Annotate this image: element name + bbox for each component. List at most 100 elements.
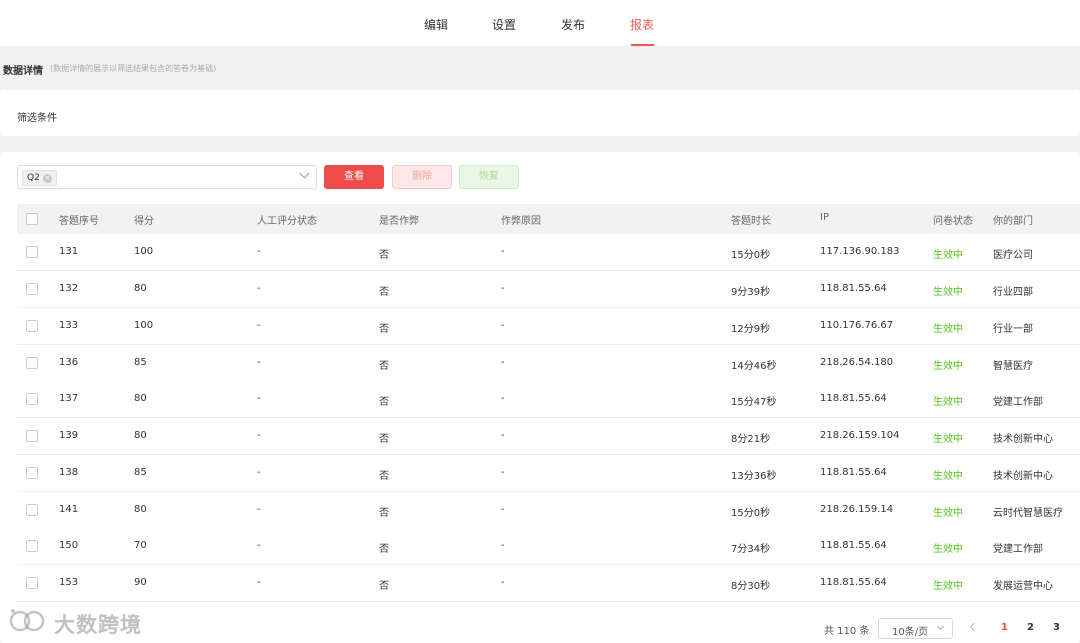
table-row[interactable]: 150 70 - 否 - 7分34秒 118.81.55.64 生效中 党建工作… bbox=[17, 528, 1080, 565]
cell-survey-status: 生效中 bbox=[933, 581, 963, 592]
cell-cheat-reason: - bbox=[501, 430, 505, 441]
cell-cheat-reason: - bbox=[501, 393, 505, 404]
table-row[interactable]: 139 80 - 否 - 8分21秒 218.26.159.104 生效中 技术… bbox=[17, 418, 1080, 455]
cell-ip: 218.26.54.180 bbox=[820, 357, 894, 368]
table-row[interactable]: 141 80 - 否 - 15分0秒 218.26.159.14 生效中 云时代… bbox=[17, 492, 1080, 529]
row-checkbox[interactable] bbox=[26, 283, 38, 295]
header-department[interactable]: 你的部门 bbox=[993, 212, 1033, 227]
top-nav: 编辑 设置 发布 报表 bbox=[0, 0, 1080, 47]
cell-department: 党建工作部 bbox=[993, 397, 1043, 408]
watermark-text: 大数跨境 bbox=[54, 613, 142, 637]
table-row[interactable]: 133 100 - 否 - 12分9秒 110.176.76.67 生效中 行业… bbox=[17, 308, 1080, 345]
cell-cheat-reason: - bbox=[501, 357, 505, 368]
tag-label: Q2 bbox=[27, 173, 40, 183]
cell-score: 80 bbox=[134, 430, 147, 441]
cell-duration: 14分46秒 bbox=[731, 361, 777, 372]
table-row[interactable]: 138 85 - 否 - 13分36秒 118.81.55.64 生效中 技术创… bbox=[17, 455, 1080, 492]
cell-ip: 218.26.159.14 bbox=[820, 504, 894, 515]
chevron-down-icon bbox=[299, 168, 310, 179]
cell-ip: 118.81.55.64 bbox=[820, 577, 887, 588]
header-survey-status[interactable]: 问卷状态 bbox=[933, 212, 973, 227]
cell-ip: 118.81.55.64 bbox=[820, 467, 887, 478]
table-row[interactable]: 137 80 - 否 - 15分47秒 118.81.55.64 生效中 党建工… bbox=[17, 381, 1080, 418]
cell-manual-score-status: - bbox=[257, 393, 261, 404]
delete-button[interactable]: 删除 bbox=[392, 165, 452, 189]
cell-duration: 15分0秒 bbox=[731, 250, 771, 261]
table-row[interactable]: 136 85 - 否 - 14分46秒 218.26.54.180 生效中 智慧… bbox=[17, 345, 1080, 382]
selected-question-tag: Q2 × bbox=[22, 170, 57, 186]
page-button-3[interactable]: 3 bbox=[1053, 622, 1060, 633]
row-checkbox[interactable] bbox=[26, 577, 38, 589]
cell-question-no: 137 bbox=[59, 393, 79, 404]
header-question-no[interactable]: 答题序号 bbox=[59, 212, 99, 227]
cell-score: 90 bbox=[134, 577, 147, 588]
tab-report[interactable]: 报表 bbox=[630, 16, 654, 33]
table-row[interactable]: 132 80 - 否 - 9分39秒 118.81.55.64 生效中 行业四部 bbox=[17, 271, 1080, 308]
cell-duration: 7分34秒 bbox=[731, 544, 771, 555]
row-checkbox[interactable] bbox=[26, 357, 38, 369]
cell-survey-status: 生效中 bbox=[933, 544, 963, 555]
cell-cheated: 否 bbox=[379, 471, 389, 482]
row-checkbox[interactable] bbox=[26, 246, 38, 258]
cell-survey-status: 生效中 bbox=[933, 397, 963, 408]
tab-edit[interactable]: 编辑 bbox=[424, 16, 448, 33]
cell-manual-score-status: - bbox=[257, 320, 261, 331]
cell-question-no: 132 bbox=[59, 283, 79, 294]
question-select[interactable]: Q2 × bbox=[17, 165, 317, 189]
row-checkbox[interactable] bbox=[26, 467, 38, 479]
cell-survey-status: 生效中 bbox=[933, 361, 963, 372]
cell-cheat-reason: - bbox=[501, 320, 505, 331]
cell-cheat-reason: - bbox=[501, 504, 505, 515]
header-cheat-reason[interactable]: 作弊原因 bbox=[501, 212, 541, 227]
page-button-1[interactable]: 1 bbox=[1001, 622, 1008, 633]
tab-publish[interactable]: 发布 bbox=[561, 16, 585, 33]
tab-settings[interactable]: 设置 bbox=[492, 16, 516, 33]
cell-score: 80 bbox=[134, 504, 147, 515]
view-button[interactable]: 查看 bbox=[324, 165, 384, 189]
cell-duration: 8分21秒 bbox=[731, 434, 771, 445]
select-all-checkbox[interactable] bbox=[26, 213, 38, 225]
cell-duration: 12分9秒 bbox=[731, 324, 771, 335]
cell-question-no: 138 bbox=[59, 467, 79, 478]
watermark: 大数跨境 bbox=[8, 607, 141, 637]
restore-button[interactable]: 恢复 bbox=[459, 165, 519, 189]
table-row[interactable]: 131 100 - 否 - 15分0秒 117.136.90.183 生效中 医… bbox=[17, 234, 1080, 271]
header-manual-score-status[interactable]: 人工评分状态 bbox=[257, 212, 317, 227]
cell-cheat-reason: - bbox=[501, 467, 505, 478]
row-checkbox[interactable] bbox=[26, 430, 38, 442]
cell-department: 行业一部 bbox=[993, 324, 1033, 335]
cell-cheated: 否 bbox=[379, 397, 389, 408]
cell-ip: 117.136.90.183 bbox=[820, 246, 900, 257]
cell-duration: 15分47秒 bbox=[731, 397, 777, 408]
row-checkbox[interactable] bbox=[26, 393, 38, 405]
cell-department: 云时代智慧医疗 bbox=[993, 508, 1063, 519]
tag-remove-icon[interactable]: × bbox=[42, 174, 52, 183]
page-button-2[interactable]: 2 bbox=[1027, 622, 1034, 633]
row-checkbox[interactable] bbox=[26, 540, 38, 552]
cell-department: 技术创新中心 bbox=[993, 434, 1053, 445]
cell-cheated: 否 bbox=[379, 508, 389, 519]
cell-duration: 8分30秒 bbox=[731, 581, 771, 592]
cell-duration: 13分36秒 bbox=[731, 471, 777, 482]
header-ip[interactable]: IP bbox=[820, 212, 829, 223]
row-checkbox[interactable] bbox=[26, 504, 38, 516]
cell-manual-score-status: - bbox=[257, 430, 261, 441]
table-row[interactable]: 153 90 - 否 - 8分30秒 118.81.55.64 生效中 发展运营… bbox=[17, 565, 1080, 602]
cell-question-no: 141 bbox=[59, 504, 79, 515]
page-size-select[interactable]: 10条/页 bbox=[878, 618, 953, 639]
cell-survey-status: 生效中 bbox=[933, 287, 963, 298]
cell-cheated: 否 bbox=[379, 581, 389, 592]
row-checkbox[interactable] bbox=[26, 320, 38, 332]
cell-duration: 15分0秒 bbox=[731, 508, 771, 519]
cell-cheated: 否 bbox=[379, 434, 389, 445]
cell-survey-status: 生效中 bbox=[933, 250, 963, 261]
filter-label[interactable]: 筛选条件 bbox=[17, 109, 57, 124]
cell-survey-status: 生效中 bbox=[933, 324, 963, 335]
header-cheated[interactable]: 是否作弊 bbox=[379, 212, 419, 227]
cell-cheated: 否 bbox=[379, 250, 389, 261]
header-score[interactable]: 得分 bbox=[134, 212, 154, 227]
cell-cheat-reason: - bbox=[501, 577, 505, 588]
section-note: (数据详情的展示以筛选结果包含的答卷为基础) bbox=[50, 64, 217, 73]
cell-manual-score-status: - bbox=[257, 504, 261, 515]
header-duration[interactable]: 答题时长 bbox=[731, 212, 771, 227]
